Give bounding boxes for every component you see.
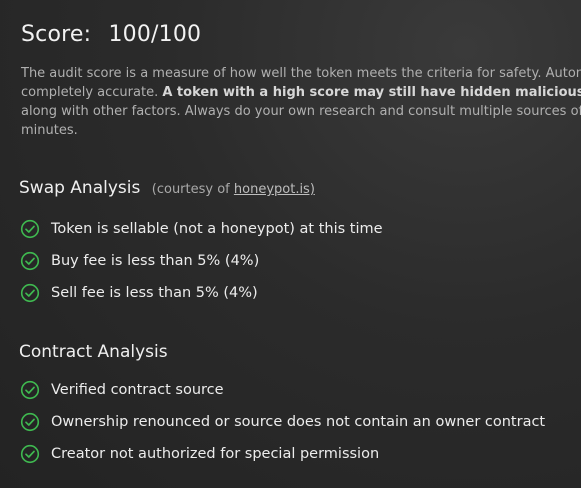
contract-check-item: Verified contract source [20, 374, 545, 406]
swap-check-item: Token is sellable (not a honeypot) at th… [20, 213, 383, 245]
contract-check-text: Verified contract source [51, 382, 224, 398]
check-circle-icon [20, 251, 40, 271]
check-circle-icon [20, 283, 40, 303]
honeypot-link[interactable]: honeypot.is) [234, 182, 315, 197]
audit-description: The audit score is a measure of how well… [21, 64, 581, 140]
description-warning-bold: A token with a high score may still have… [162, 85, 581, 100]
score-label: Score: [21, 22, 92, 47]
swap-analysis-courtesy: (courtesy of honeypot.is) [152, 182, 315, 197]
swap-check-text: Buy fee is less than 5% (4%) [51, 253, 260, 269]
contract-check-text: Creator not authorized for special permi… [51, 446, 380, 462]
description-line-4: minutes. [21, 123, 78, 138]
check-circle-icon [20, 412, 40, 432]
score-heading: Score: 100/100 [21, 22, 201, 47]
description-line-1: The audit score is a measure of how well… [21, 66, 581, 81]
swap-analysis-list: Token is sellable (not a honeypot) at th… [20, 213, 383, 309]
description-plain-text: completely accurate. [21, 85, 159, 100]
contract-check-item: Creator not authorized for special permi… [20, 438, 545, 470]
swap-analysis-heading: Swap Analysis (courtesy of honeypot.is) [19, 178, 315, 198]
swap-check-text: Token is sellable (not a honeypot) at th… [51, 221, 383, 237]
contract-analysis-title: Contract Analysis [19, 342, 168, 362]
check-circle-icon [20, 219, 40, 239]
contract-analysis-heading: Contract Analysis [19, 342, 168, 362]
description-line-3: along with other factors. Always do your… [21, 104, 581, 119]
description-line-2: completely accurate. A token with a high… [21, 83, 581, 102]
swap-analysis-title: Swap Analysis [19, 178, 141, 198]
audit-panel: Score: 100/100 The audit score is a meas… [0, 0, 581, 488]
contract-analysis-list: Verified contract source Ownership renou… [20, 374, 545, 470]
score-value: 100/100 [108, 22, 202, 47]
contract-check-text: Ownership renounced or source does not c… [51, 414, 546, 430]
swap-check-item: Buy fee is less than 5% (4%) [20, 245, 383, 277]
check-circle-icon [20, 380, 40, 400]
contract-check-item: Ownership renounced or source does not c… [20, 406, 545, 438]
check-circle-icon [20, 444, 40, 464]
swap-check-item: Sell fee is less than 5% (4%) [20, 277, 383, 309]
courtesy-prefix: (courtesy of [151, 182, 230, 197]
swap-check-text: Sell fee is less than 5% (4%) [51, 285, 258, 301]
